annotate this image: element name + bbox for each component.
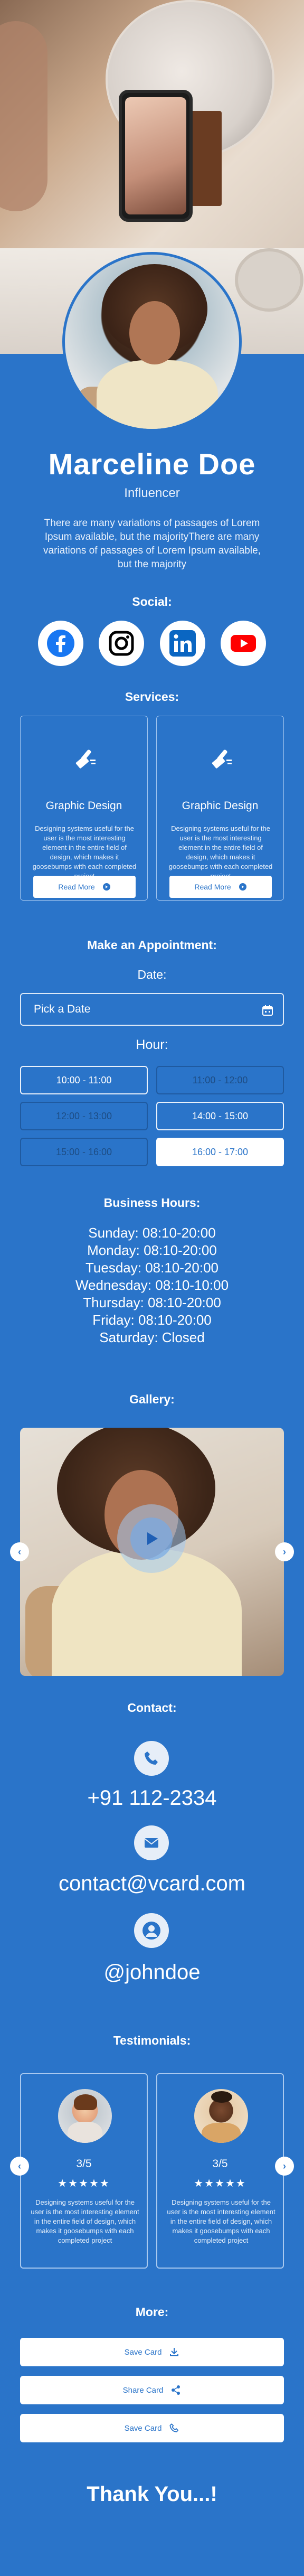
read-more-label: Read More [58, 883, 95, 891]
social-title: Social: [132, 595, 172, 608]
service-card: Graphic Design Designing systems useful … [20, 716, 148, 901]
services-title: Services: [125, 690, 179, 704]
youtube-icon [230, 635, 256, 652]
phone-icon [145, 1751, 158, 1765]
business-hours-day: Sunday: 08:10-20:00 [88, 1225, 216, 1241]
service-description: Designing systems useful for the user is… [32, 825, 137, 880]
social-links [38, 621, 266, 666]
testimonial-avatar [58, 2089, 112, 2143]
email-icon [144, 1838, 159, 1848]
more-title: More: [135, 2305, 169, 2319]
chevron-right-icon: › [283, 2160, 286, 2171]
read-more-label: Read More [194, 883, 231, 891]
save-contact-button[interactable]: Save Card [20, 2414, 284, 2442]
arrow-circle-icon [239, 883, 246, 891]
download-icon [170, 2348, 179, 2356]
phone-icon [169, 2423, 179, 2432]
contact-username[interactable]: @johndoe [0, 1961, 304, 1984]
date-placeholder: Pick a Date [34, 1003, 91, 1015]
youtube-link[interactable] [220, 621, 266, 666]
facebook-link[interactable] [38, 621, 83, 666]
gallery-prev-button[interactable]: ‹ [10, 1542, 29, 1561]
gallery-title: Gallery: [129, 1392, 175, 1406]
business-hours-day: Thursday: 08:10-20:00 [83, 1295, 221, 1310]
business-hours-day: Tuesday: 08:10-20:00 [86, 1260, 218, 1276]
save-card-label: Save Card [124, 2347, 162, 2357]
profile-role: Influencer [124, 486, 180, 500]
paintbrush-icon [75, 750, 96, 769]
phone-icon-button[interactable] [134, 1741, 169, 1776]
linkedin-icon [169, 630, 196, 657]
service-title: Graphic Design [45, 800, 122, 812]
paintbrush-icon [212, 750, 232, 769]
read-more-button[interactable]: Read More [169, 876, 272, 898]
service-title: Graphic Design [182, 800, 259, 812]
chevron-left-icon: ‹ [18, 1546, 21, 1557]
time-slot: 11:00 - 12:00 [156, 1066, 284, 1094]
share-card-label: Share Card [122, 2385, 164, 2395]
contact-email[interactable]: contact@vcard.com [0, 1872, 304, 1896]
testimonial-text: Designing systems useful for the user is… [167, 2198, 276, 2244]
contact-title: Contact: [127, 1701, 177, 1715]
save-card-button[interactable]: Save Card [20, 2338, 284, 2366]
business-hours-day: Saturday: Closed [99, 1329, 205, 1345]
business-hours-list: Sunday: 08:10-20:00 Monday: 08:10-20:00 … [0, 1224, 304, 1346]
linkedin-link[interactable] [159, 621, 205, 666]
testimonials-next-button[interactable]: › [275, 2157, 294, 2176]
profile-about: There are many variations of passages of… [43, 518, 261, 570]
arrow-circle-icon [102, 883, 110, 891]
testimonials-prev-button[interactable]: ‹ [10, 2157, 29, 2176]
share-card-button[interactable]: Share Card [20, 2376, 284, 2404]
instagram-link[interactable] [99, 621, 145, 666]
chevron-right-icon: › [283, 1546, 286, 1557]
profile-avatar [62, 252, 242, 432]
testimonial-card: 3/5 ★★★★★ Designing systems useful for t… [156, 2073, 284, 2269]
star-rating: ★★★★★ [194, 2178, 246, 2189]
hour-label: Hour: [136, 1037, 168, 1052]
facebook-icon [47, 630, 74, 657]
gallery-next-button[interactable]: › [275, 1542, 294, 1561]
date-label: Date: [137, 968, 167, 981]
testimonials-list: 3/5 ★★★★★ Designing systems useful for t… [20, 2073, 284, 2269]
time-slot: 15:00 - 16:00 [20, 1138, 148, 1166]
testimonial-score: 3/5 [212, 2158, 228, 2170]
time-slot-selected[interactable]: 16:00 - 17:00 [156, 1138, 284, 1166]
read-more-button[interactable]: Read More [33, 876, 136, 898]
business-hours-day: Friday: 08:10-20:00 [92, 1312, 212, 1328]
play-icon [147, 1532, 158, 1545]
business-hours-title: Business Hours: [103, 1196, 201, 1210]
thank-you-text: Thank You...! [87, 2483, 217, 2506]
vcard-page: Marceline Doe Influencer There are many … [0, 0, 304, 2576]
chevron-left-icon: ‹ [18, 2160, 21, 2171]
business-hours-day: Wednesday: 08:10-10:00 [75, 1277, 229, 1293]
date-picker-input[interactable]: Pick a Date [20, 993, 284, 1026]
testimonial-score: 3/5 [76, 2158, 92, 2170]
testimonial-card: 3/5 ★★★★★ Designing systems useful for t… [20, 2073, 148, 2269]
service-description: Designing systems useful for the user is… [168, 825, 273, 880]
gallery-video[interactable] [20, 1428, 284, 1676]
testimonials-title: Testimonials: [113, 2034, 191, 2047]
appointment-title: Make an Appointment: [87, 938, 217, 952]
star-rating: ★★★★★ [58, 2178, 110, 2189]
time-slot: 12:00 - 13:00 [20, 1102, 148, 1130]
calendar-icon [262, 1005, 273, 1016]
profile-name: Marceline Doe [48, 447, 256, 481]
testimonial-avatar [194, 2089, 248, 2143]
service-card: Graphic Design Designing systems useful … [156, 716, 284, 901]
instagram-icon [109, 631, 134, 656]
time-slot[interactable]: 14:00 - 15:00 [156, 1102, 284, 1130]
share-icon [172, 2385, 180, 2395]
contact-phone[interactable]: +91 112-2334 [0, 1786, 304, 1810]
user-icon-button[interactable] [134, 1913, 169, 1948]
user-icon [142, 1922, 160, 1940]
business-hours-day: Monday: 08:10-20:00 [87, 1242, 217, 1258]
testimonial-text: Designing systems useful for the user is… [31, 2198, 139, 2244]
email-icon-button[interactable] [134, 1825, 169, 1860]
save-contact-label: Save Card [124, 2423, 162, 2433]
play-button[interactable] [117, 1504, 186, 1573]
time-slot[interactable]: 10:00 - 11:00 [20, 1066, 148, 1094]
services-list: Graphic Design Designing systems useful … [20, 716, 284, 901]
